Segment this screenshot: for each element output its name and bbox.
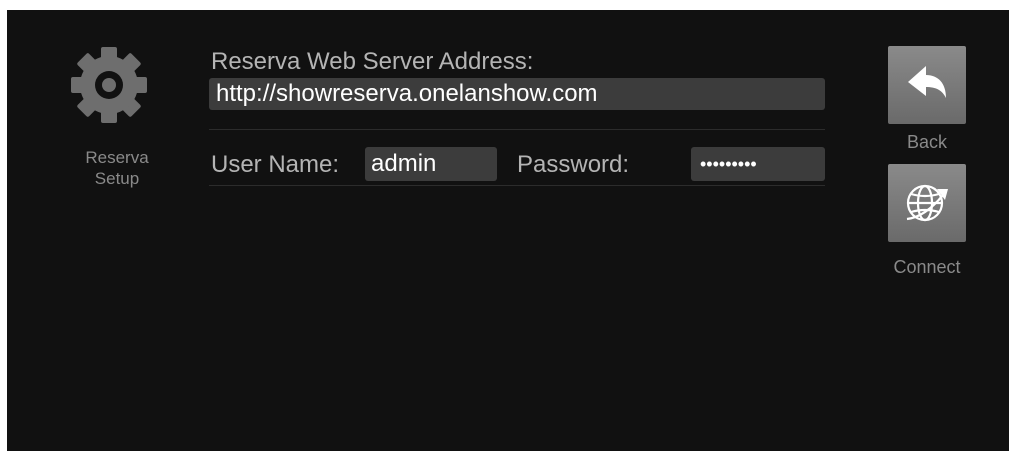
gear-icon bbox=[71, 47, 147, 123]
back-button[interactable] bbox=[888, 46, 966, 124]
setup-label: Reserva Setup bbox=[62, 147, 172, 189]
connect-button[interactable] bbox=[888, 164, 966, 242]
back-label: Back bbox=[906, 132, 948, 152]
divider bbox=[209, 129, 825, 130]
username-label: User Name: bbox=[211, 151, 340, 178]
globe-icon bbox=[906, 184, 948, 222]
divider bbox=[209, 185, 825, 186]
password-label: Password: bbox=[517, 151, 630, 178]
setup-label-line1: Reserva bbox=[85, 148, 149, 167]
connect-label: Connect bbox=[893, 257, 961, 277]
server-address-input[interactable]: http://showreserva.onelanshow.com bbox=[209, 78, 825, 110]
username-input[interactable]: admin bbox=[365, 147, 497, 181]
password-input[interactable]: ••••••••• bbox=[691, 147, 825, 181]
setup-label-line2: Setup bbox=[94, 169, 140, 188]
server-address-label: Reserva Web Server Address: bbox=[211, 48, 534, 75]
reserva-setup-screen: Reserva Setup Reserva Web Server Address… bbox=[7, 10, 1009, 451]
back-arrow-icon bbox=[908, 66, 946, 98]
